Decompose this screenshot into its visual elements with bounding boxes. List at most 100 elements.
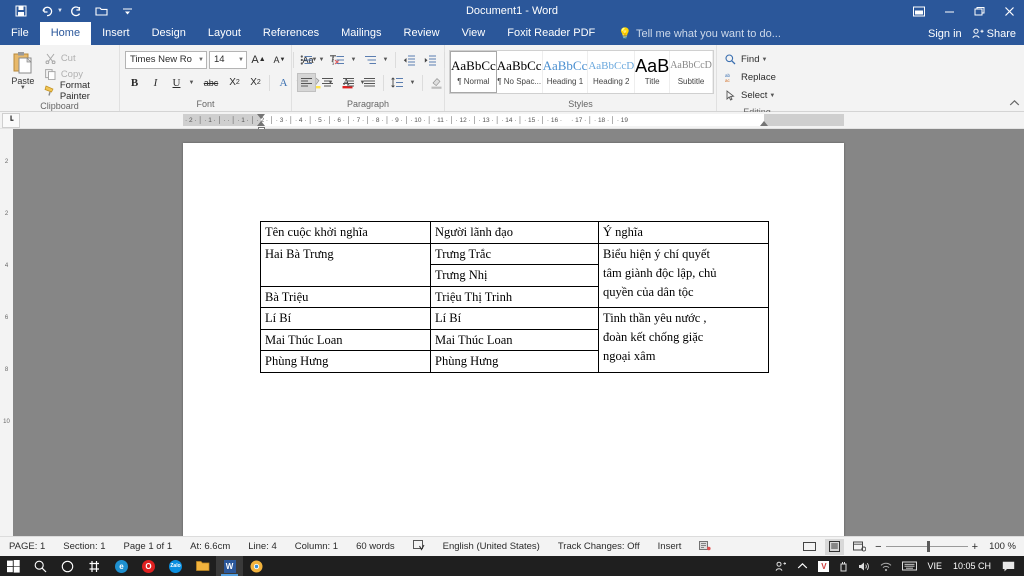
status-page-of[interactable]: Page 1 of 1	[115, 541, 182, 552]
zoom-in-button[interactable]: +	[972, 541, 978, 553]
record-macro-icon[interactable]	[690, 540, 720, 554]
underline-dropdown-icon[interactable]: ▼	[188, 73, 197, 92]
align-right-button[interactable]	[339, 73, 358, 92]
first-line-indent-marker[interactable]	[257, 114, 265, 119]
tab-view[interactable]: View	[451, 22, 497, 45]
tab-mailings[interactable]: Mailings	[330, 22, 392, 45]
tab-layout[interactable]: Layout	[197, 22, 252, 45]
cut-button[interactable]: Cut	[41, 51, 114, 66]
task-view-icon[interactable]	[54, 556, 81, 576]
cell-meaning-block-2[interactable]: Tinh thần yêu nước , đoàn kết chống giặc…	[598, 307, 769, 373]
status-word-count[interactable]: 60 words	[347, 541, 404, 552]
status-insert-mode[interactable]: Insert	[649, 541, 691, 552]
ribbon-display-options-button[interactable]	[904, 0, 934, 22]
onedrive-people-icon[interactable]	[770, 556, 792, 576]
notification-center-icon[interactable]	[997, 556, 1020, 576]
align-center-button[interactable]	[318, 73, 337, 92]
tab-file[interactable]: File	[0, 22, 40, 45]
chrome-icon[interactable]	[243, 556, 270, 576]
bullets-dropdown-icon[interactable]: ▼	[318, 50, 327, 69]
cell-header-leader[interactable]: Người lãnh đạo	[430, 221, 599, 244]
collapse-ribbon-button[interactable]	[1009, 99, 1020, 109]
right-indent-marker[interactable]	[760, 121, 768, 126]
cortana-icon[interactable]	[81, 556, 108, 576]
status-page[interactable]: PAGE: 1	[0, 541, 54, 552]
redo-icon[interactable]	[63, 1, 89, 21]
select-dropdown-icon[interactable]: ▼	[769, 93, 775, 99]
multilevel-dropdown-icon[interactable]: ▼	[382, 50, 391, 69]
share-button[interactable]: Share	[971, 28, 1016, 40]
style-subtle-emphasis[interactable]: AaBbCc Subtle Em...	[713, 51, 714, 93]
status-section[interactable]: Section: 1	[54, 541, 114, 552]
status-at[interactable]: At: 6.6cm	[181, 541, 239, 552]
multilevel-list-button[interactable]	[361, 50, 380, 69]
cell-name-0[interactable]: Hai Bà Trưng	[260, 242, 431, 287]
cell-header-name[interactable]: Tên cuộc khởi nghĩa	[260, 221, 431, 244]
vertical-ruler[interactable]: 2 2 4 6 8 10	[0, 129, 13, 536]
increase-indent-button[interactable]	[421, 50, 440, 69]
word-icon[interactable]: W	[216, 556, 243, 576]
style-title[interactable]: AaB Title	[635, 51, 671, 93]
volume-icon[interactable]	[853, 556, 875, 576]
tab-foxit-reader-pdf[interactable]: Foxit Reader PDF	[496, 22, 606, 45]
paste-button[interactable]: Paste ▼	[5, 49, 41, 91]
cell-meaning-block-1[interactable]: Biểu hiện ý chí quyết tâm giành độc lập,…	[598, 242, 769, 308]
web-layout-button[interactable]	[850, 539, 869, 555]
select-button[interactable]: Select ▼	[722, 87, 777, 104]
horizontal-ruler[interactable]: · 2 · │ · 1 · │ · · │ · 1 · │ · 2 · │ · …	[183, 114, 844, 132]
zoom-out-button[interactable]: −	[875, 541, 881, 553]
status-language[interactable]: English (United States)	[434, 541, 549, 552]
tab-insert[interactable]: Insert	[91, 22, 141, 45]
tab-references[interactable]: References	[252, 22, 330, 45]
restore-button[interactable]	[964, 0, 994, 22]
show-hidden-icons-icon[interactable]	[792, 556, 813, 576]
minimize-button[interactable]	[934, 0, 964, 22]
styles-gallery[interactable]: AaBbCc ¶ Normal AaBbCc ¶ No Spac... AaBb…	[449, 50, 714, 94]
input-language-icon[interactable]: VIE	[922, 556, 947, 576]
tab-design[interactable]: Design	[141, 22, 197, 45]
style-heading-1[interactable]: AaBbCc Heading 1	[543, 51, 589, 93]
unikey-icon[interactable]: V	[813, 556, 834, 576]
justify-button[interactable]	[360, 73, 379, 92]
hanging-indent-marker[interactable]	[257, 121, 265, 126]
bold-button[interactable]: B	[125, 73, 144, 92]
cell-header-meaning[interactable]: Ý nghĩa	[598, 221, 769, 244]
keyboard-icon[interactable]	[897, 556, 922, 576]
cell-name-4[interactable]: Phùng Hưng	[260, 350, 431, 373]
find-dropdown-icon[interactable]: ▼	[761, 57, 767, 63]
replace-button[interactable]: ab ac Replace	[722, 69, 778, 86]
decrease-indent-button[interactable]	[400, 50, 419, 69]
save-icon[interactable]	[8, 1, 34, 21]
style-subtitle[interactable]: AaBbCcD Subtitle	[670, 51, 713, 93]
cell-name-1[interactable]: Bà Triệu	[260, 285, 431, 308]
document-page[interactable]: Tên cuộc khởi nghĩa Người lãnh đạo Ý ngh…	[183, 143, 844, 536]
numbering-dropdown-icon[interactable]: ▼	[350, 50, 359, 69]
status-column[interactable]: Column: 1	[286, 541, 347, 552]
paste-dropdown-icon[interactable]: ▼	[20, 85, 26, 91]
document-table[interactable]: Tên cuộc khởi nghĩa Người lãnh đạo Ý ngh…	[260, 221, 769, 373]
cell-leader-2[interactable]: Lí Bí	[430, 307, 599, 330]
line-spacing-dropdown-icon[interactable]: ▼	[409, 73, 418, 92]
subscript-button[interactable]: X2	[225, 73, 244, 92]
cell-leader-0b[interactable]: Trưng Nhị	[430, 264, 599, 287]
file-explorer-icon[interactable]	[189, 556, 216, 576]
line-spacing-button[interactable]	[388, 73, 407, 92]
zalo-icon[interactable]: Zalo	[162, 556, 189, 576]
taskbar-clock[interactable]: 10:05 CH	[947, 561, 997, 571]
align-left-button[interactable]	[297, 73, 316, 92]
shrink-font-button[interactable]: A ▼	[270, 50, 289, 69]
read-mode-button[interactable]	[800, 539, 819, 555]
status-track-changes[interactable]: Track Changes: Off	[549, 541, 649, 552]
format-painter-button[interactable]: Format Painter	[41, 80, 114, 102]
sign-in-button[interactable]: Sign in	[928, 28, 962, 40]
numbering-button[interactable]: 123	[329, 50, 348, 69]
text-effects-button[interactable]: A	[274, 73, 293, 92]
font-family-combo[interactable]: Times New Ro ▼	[125, 50, 207, 69]
microsoft-edge-icon[interactable]: e	[108, 556, 135, 576]
cell-leader-4[interactable]: Phùng Hưng	[430, 350, 599, 373]
style-no-spacing[interactable]: AaBbCc ¶ No Spac...	[497, 51, 543, 93]
customize-qat-icon[interactable]	[115, 1, 141, 21]
close-button[interactable]	[994, 0, 1024, 22]
print-layout-button[interactable]	[825, 538, 845, 555]
bullets-button[interactable]	[297, 50, 316, 69]
